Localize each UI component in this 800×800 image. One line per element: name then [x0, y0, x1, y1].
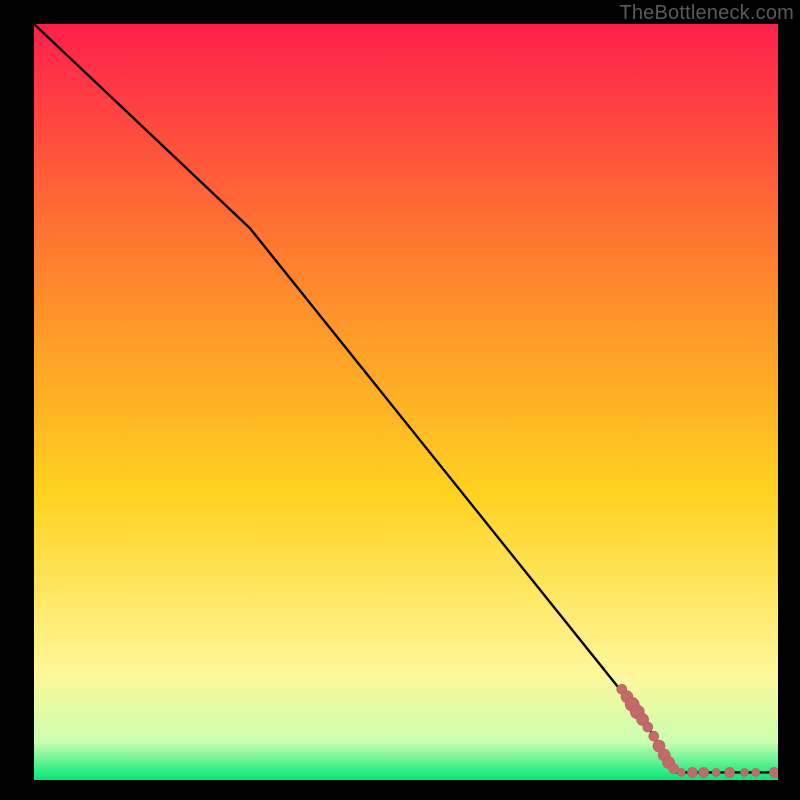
data-point-16 — [741, 768, 749, 776]
gradient-background — [34, 24, 778, 780]
data-point-5 — [643, 722, 653, 732]
data-point-18 — [769, 767, 778, 777]
chart-frame: TheBottleneck.com — [0, 0, 800, 800]
data-point-13 — [699, 767, 709, 777]
chart-svg — [34, 24, 778, 780]
data-point-15 — [725, 767, 735, 777]
data-point-12 — [687, 767, 697, 777]
watermark-text: TheBottleneck.com — [619, 2, 794, 25]
data-point-11 — [677, 768, 685, 776]
data-point-6 — [649, 731, 659, 741]
data-point-14 — [712, 768, 720, 776]
chart-plot-area — [34, 24, 778, 780]
data-point-17 — [752, 768, 760, 776]
